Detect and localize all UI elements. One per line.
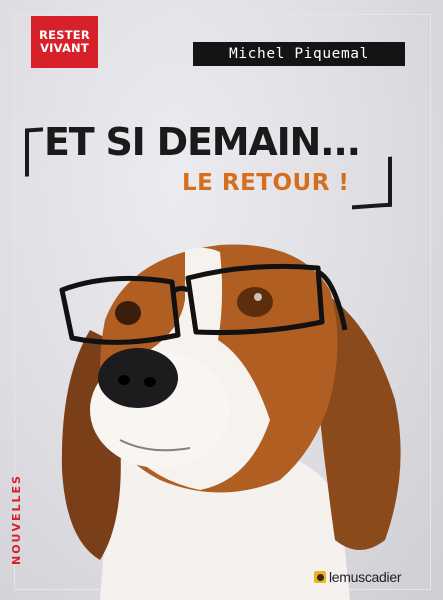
dog-nose	[98, 348, 178, 408]
publisher-icon	[314, 571, 326, 583]
publisher-name: lemuscadier	[329, 569, 402, 585]
book-cover: RESTER VIVANT Michel Piquemal ET SI DEMA…	[0, 0, 443, 600]
genre-label: NOUVELLES	[10, 474, 23, 565]
dog-left-eye	[115, 301, 141, 325]
dog-right-eye	[237, 287, 273, 317]
publisher-logo: lemuscadier	[314, 569, 401, 585]
beagle-illustration	[59, 244, 401, 600]
